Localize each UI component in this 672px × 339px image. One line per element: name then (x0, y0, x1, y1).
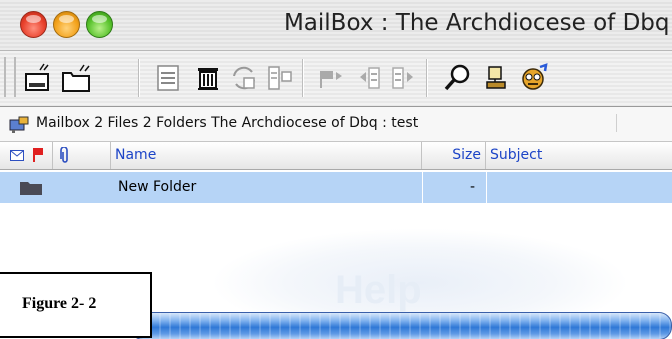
envelope-icon (10, 150, 24, 161)
progress-bar (130, 312, 672, 339)
toolbar-separator (426, 59, 428, 97)
table-row[interactable]: New Folder - (0, 172, 672, 203)
flag-column-icon (33, 148, 43, 162)
mailbox-window: MailBox : The Archdiocese of Dbq : test (0, 0, 672, 339)
mailbox-icon (9, 116, 29, 133)
paperclip-icon (60, 147, 68, 163)
archive-icon[interactable] (150, 60, 186, 96)
path-text: Mailbox 2 Files 2 Folders The Archdioces… (36, 115, 419, 131)
figure-label: Figure 2- 2 (22, 295, 97, 312)
toolbar-grip[interactable] (4, 57, 16, 97)
row-name: New Folder (118, 179, 197, 195)
path-bar: Mailbox 2 Files 2 Folders The Archdioces… (0, 107, 672, 142)
flag-icon[interactable] (313, 60, 349, 96)
move-right-icon[interactable] (386, 60, 422, 96)
subject-column-header[interactable]: Subject (486, 142, 672, 169)
delete-icon[interactable] (190, 60, 226, 96)
properties-icon[interactable] (262, 60, 298, 96)
status-column-header[interactable] (0, 142, 53, 169)
size-column-header[interactable]: Size (422, 142, 486, 169)
new-message-icon[interactable] (20, 60, 56, 96)
toolbar (0, 51, 672, 107)
folder-icon (20, 182, 42, 195)
title-bar[interactable]: MailBox : The Archdiocese of Dbq : test (0, 0, 672, 51)
watermark-text: Help (335, 268, 422, 312)
name-column-header[interactable]: Name (110, 142, 422, 169)
search-icon[interactable] (440, 60, 476, 96)
toolbar-separator (302, 59, 304, 97)
figure-caption-box: Figure 2- 2 (0, 272, 152, 338)
column-header: Name Size Subject (0, 142, 672, 170)
window-title: MailBox : The Archdiocese of Dbq : test (283, 10, 672, 36)
sync-icon[interactable] (226, 60, 262, 96)
path-field (616, 114, 657, 132)
attachment-column-header[interactable] (52, 142, 111, 169)
move-left-icon[interactable] (352, 60, 388, 96)
toolbar-separator (138, 59, 140, 97)
row-size: - (470, 179, 476, 195)
robot-icon[interactable] (516, 60, 552, 96)
new-folder-icon[interactable] (58, 60, 94, 96)
user-icon[interactable] (478, 60, 514, 96)
